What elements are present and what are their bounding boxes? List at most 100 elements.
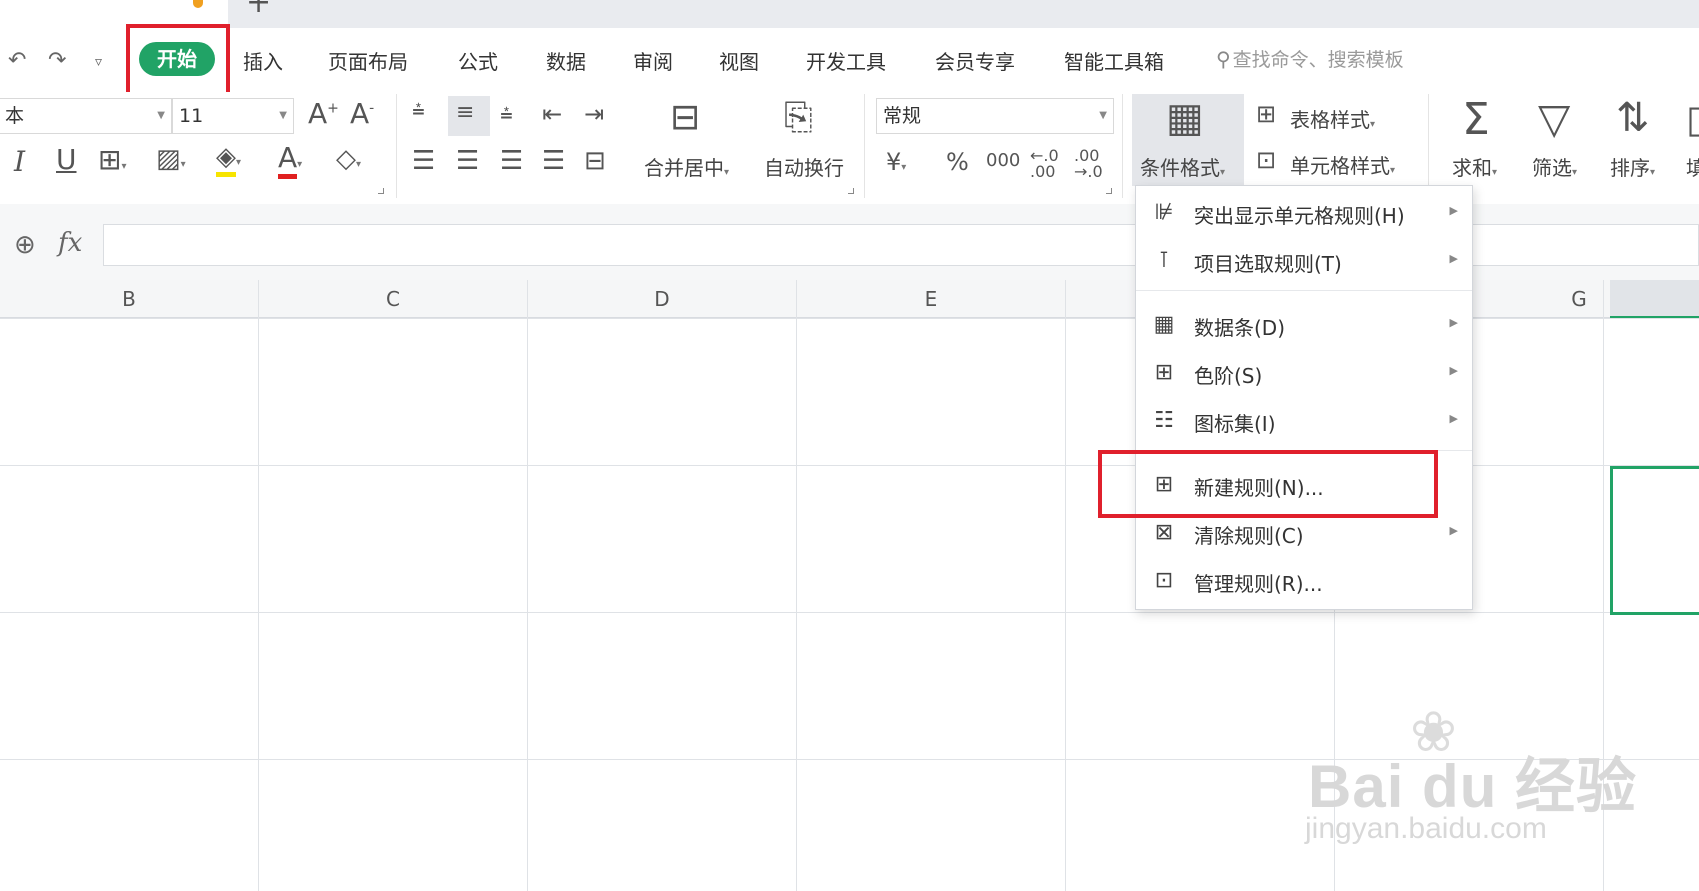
selected-cell[interactable] (1610, 466, 1699, 615)
menu-item-data-bars[interactable]: ▦ 数据条(D) ▶ (1136, 302, 1472, 348)
tab-insert[interactable]: 插入 (243, 46, 283, 75)
column-header-d[interactable]: D (528, 280, 796, 318)
alignment-dialog-launcher-icon[interactable] (848, 188, 854, 194)
conditional-format-icon: ▦ (1166, 95, 1204, 141)
menu-item-highlight-rules[interactable]: ⊯ 突出显示单元格规则(H) ▶ (1136, 190, 1472, 236)
cell-style-button[interactable]: 单元格样式▾ (1290, 150, 1395, 179)
font-size-value: 11 (179, 105, 204, 127)
column-header-selected[interactable] (1610, 280, 1699, 318)
table-style-icon: ⊞ (1256, 100, 1277, 128)
filter-button[interactable]: 筛选▾ (1532, 152, 1577, 181)
cell-fill-pattern-icon[interactable]: ▨▾ (156, 146, 186, 172)
align-middle-icon[interactable]: ≡ (456, 102, 474, 124)
tab-page-layout[interactable]: 页面布局 (328, 46, 408, 75)
increase-decimal-button[interactable]: ←.0.00 (1030, 148, 1059, 180)
icon-sets-icon: ☷ (1154, 408, 1174, 433)
wrap-text-icon[interactable]: ⎘ (784, 100, 813, 136)
tab-smart-toolbox[interactable]: 智能工具箱 (1064, 46, 1164, 75)
plus-icon[interactable]: + (246, 0, 271, 18)
increase-decimal-label: .00 (1030, 162, 1056, 181)
font-dialog-launcher-icon[interactable] (378, 188, 384, 194)
wrap-text-button[interactable]: 自动换行 (764, 152, 844, 181)
decrease-font-icon[interactable]: A- (350, 100, 374, 128)
font-name-select[interactable]: 本 ▼ (0, 98, 172, 134)
menu-separator (1136, 290, 1472, 291)
currency-symbol: ¥ (886, 148, 902, 176)
chevron-down-icon[interactable]: ▿ (95, 54, 102, 70)
grid-line (796, 280, 797, 891)
tab-review[interactable]: 审阅 (633, 46, 673, 75)
manage-rules-icon: ⊡ (1154, 568, 1174, 593)
decrease-indent-icon[interactable]: ⇤ (542, 102, 562, 126)
ribbon-separator (864, 94, 865, 198)
grid-line (527, 280, 528, 891)
cell-style-icon: ⊡ (1256, 146, 1277, 174)
align-center-icon[interactable]: ☰ (456, 148, 479, 174)
sum-icon[interactable]: Σ (1462, 98, 1490, 142)
menu-item-color-scale[interactable]: ⊞ 色阶(S) ▶ (1136, 350, 1472, 396)
align-top-icon[interactable]: ⩮ (412, 100, 425, 122)
increase-font-icon[interactable]: A+ (308, 100, 339, 128)
fill-icon[interactable]: ▯ (1686, 100, 1699, 138)
redo-icon[interactable]: ↷ (48, 48, 66, 73)
number-dialog-launcher-icon[interactable] (1106, 188, 1112, 194)
font-size-select[interactable]: 11 ▼ (172, 98, 294, 134)
top-bottom-rules-icon: ⊺ (1158, 248, 1170, 273)
chevron-right-icon: ▶ (1449, 204, 1458, 217)
underline-icon[interactable]: U (56, 146, 77, 174)
clear-rules-icon: ⊠ (1154, 520, 1174, 545)
fx-icon[interactable]: fx (58, 228, 82, 258)
tab-data[interactable]: 数据 (546, 46, 586, 75)
chevron-down-icon: ▼ (1099, 110, 1107, 121)
chevron-right-icon: ▶ (1449, 364, 1458, 377)
filter-icon[interactable]: ▽ (1538, 98, 1570, 140)
sum-button[interactable]: 求和▾ (1452, 152, 1497, 181)
highlight-new-rule (1098, 450, 1438, 518)
undo-icon[interactable]: ↶ (8, 48, 26, 73)
sort-icon[interactable]: ⇅ (1616, 98, 1650, 138)
align-right-icon[interactable]: ☰ (500, 148, 523, 174)
zoom-icon[interactable]: ⊕ (14, 230, 36, 260)
italic-icon[interactable]: I (14, 148, 25, 176)
sort-button[interactable]: 排序▾ (1610, 152, 1655, 181)
grid-line (258, 280, 259, 891)
ribbon-separator (1122, 94, 1123, 198)
currency-format-button[interactable]: ¥▾ (886, 150, 906, 174)
merge-center-button[interactable]: 合并居中▾ (644, 152, 729, 181)
table-style-button[interactable]: 表格样式▾ (1290, 104, 1375, 133)
menu-item-manage-rules[interactable]: ⊡ 管理规则(R)... (1136, 558, 1472, 604)
chevron-right-icon: ▶ (1449, 316, 1458, 329)
thousands-separator-button[interactable]: 000 (986, 152, 1020, 170)
ribbon-separator (396, 94, 397, 198)
clear-format-icon[interactable]: ◇▾ (336, 146, 361, 172)
merge-center-icon[interactable]: ⊟ (670, 100, 700, 136)
column-header-c[interactable]: C (259, 280, 527, 318)
tab-formulas[interactable]: 公式 (458, 46, 498, 75)
font-color-icon[interactable]: A▾ (278, 141, 302, 179)
tab-member[interactable]: 会员专享 (935, 46, 1015, 75)
chevron-right-icon: ▶ (1449, 524, 1458, 537)
column-header-b[interactable]: B (0, 280, 258, 318)
number-format-select[interactable]: 常规 ▼ (876, 98, 1114, 134)
search-box[interactable]: ⚲ 查找命令、搜索模板 (1216, 45, 1404, 72)
grid-line (1065, 280, 1066, 891)
fill-button[interactable]: 填 (1686, 152, 1699, 181)
increase-indent-icon[interactable]: ⇥ (584, 102, 604, 126)
percent-format-button[interactable]: % (946, 150, 969, 174)
justify-icon[interactable]: ☰ (542, 148, 565, 174)
fill-color-icon[interactable]: ◈▾ (216, 142, 241, 177)
tab-view[interactable]: 视图 (719, 46, 759, 75)
align-left-icon[interactable]: ☰ (412, 148, 435, 174)
align-bottom-icon[interactable]: ⩮ (500, 104, 513, 126)
conditional-format-label: 条件格式▾ (1140, 156, 1226, 180)
column-header-e[interactable]: E (797, 280, 1065, 318)
menu-item-top-bottom-rules[interactable]: ⊺ 项目选取规则(T) ▶ (1136, 238, 1472, 284)
borders-icon[interactable]: ⊞▾ (98, 146, 127, 174)
tab-developer[interactable]: 开发工具 (806, 46, 886, 75)
chevron-right-icon: ▶ (1449, 412, 1458, 425)
decrease-decimal-button[interactable]: .00 →.0 (1074, 148, 1103, 180)
menu-item-icon-sets[interactable]: ☷ 图标集(I) ▶ (1136, 398, 1472, 444)
distributed-align-icon[interactable]: ⊟ (584, 148, 606, 174)
data-bars-icon: ▦ (1153, 312, 1175, 337)
highlight-home-tab (126, 24, 230, 96)
